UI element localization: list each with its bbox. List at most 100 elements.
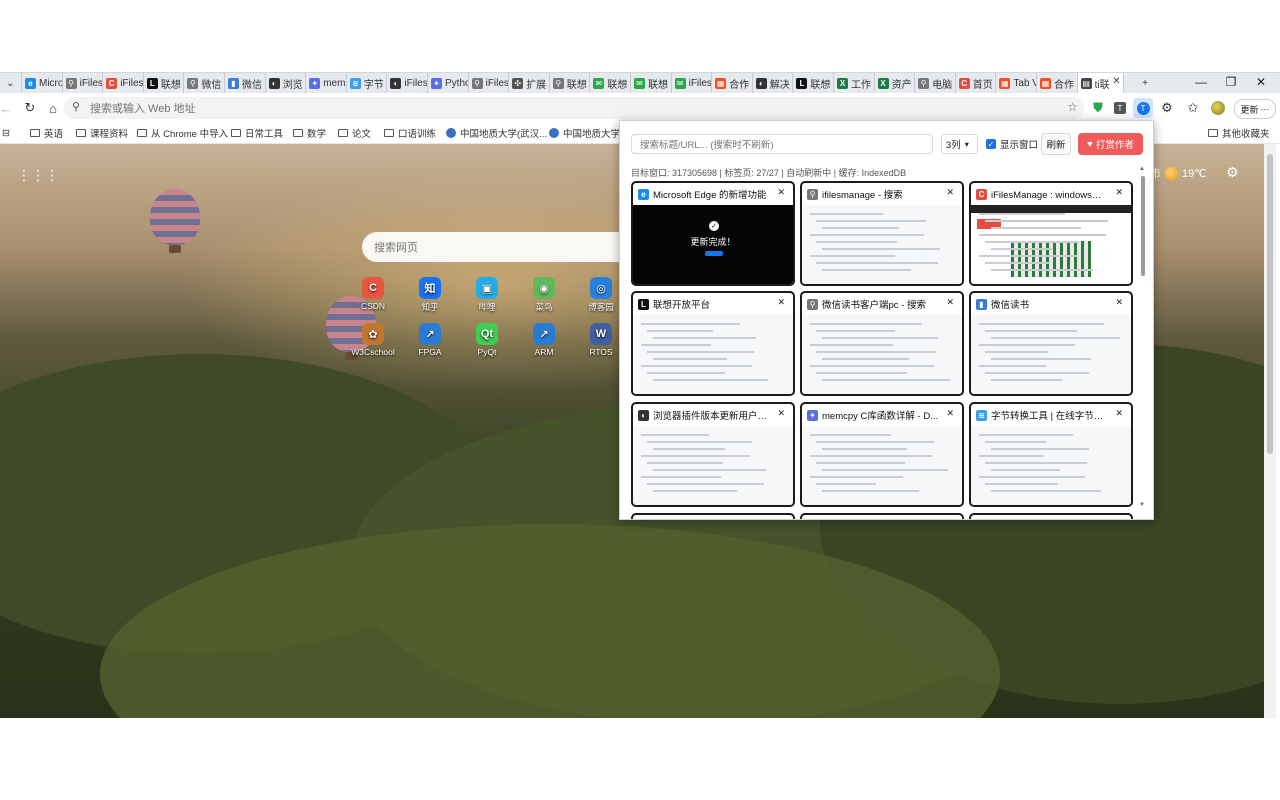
browser-tab[interactable]: X 资产 [875, 73, 916, 93]
bookmark-folder[interactable]: 课程资料 [76, 126, 128, 140]
browser-tab[interactable]: ✉ 联想 [590, 73, 631, 93]
shield-extension-icon[interactable]: ⛊ [1088, 98, 1108, 118]
close-tab-icon[interactable]: ✕ [1115, 408, 1123, 419]
show-window-toggle[interactable]: ✓ 显示窗口 [986, 137, 1038, 151]
columns-select[interactable]: 3列 ▾ [941, 134, 978, 154]
popup-search-box[interactable] [631, 134, 933, 154]
browser-tab[interactable]: ⚲ 联想 [550, 73, 591, 93]
apps-grid-icon[interactable]: ⋮⋮⋮ [17, 167, 59, 183]
close-tab-icon[interactable]: ✕ [777, 297, 785, 308]
browser-tab[interactable]: ✉ 联想 [631, 73, 672, 93]
close-window-button[interactable]: ✕ [1246, 72, 1276, 92]
update-button[interactable]: 更新 ··· [1234, 99, 1276, 119]
tab-viewer-extension-icon[interactable]: T [1133, 98, 1153, 118]
bookmark-folder[interactable]: 论文 [338, 126, 371, 140]
scroll-thumb[interactable] [1267, 154, 1273, 454]
close-tab-icon[interactable]: ✕ [777, 187, 785, 198]
browser-tab[interactable]: e Micro [22, 73, 63, 93]
shortcut-tile[interactable]: ✿ W3Cschool [348, 323, 398, 357]
popup-scroll-thumb[interactable] [1141, 176, 1145, 276]
scroll-down-icon[interactable]: ▼ [1139, 502, 1145, 508]
close-tab-icon[interactable]: ✕ [1115, 187, 1123, 198]
browser-tab[interactable]: ⚲ 微信 [184, 73, 225, 93]
browser-tab[interactable]: ◐ 解决 [753, 73, 794, 93]
tab-actions-chevron-icon[interactable]: ⌄ [0, 73, 22, 93]
browser-tab[interactable]: ◐ 浏览 [266, 73, 307, 93]
browser-tab[interactable]: ◐ iFiles [387, 73, 428, 93]
ntp-search-input[interactable] [372, 238, 616, 258]
browser-tab[interactable]: ≋ 字节 [347, 73, 388, 93]
favorites-icon[interactable]: ✩ [1183, 98, 1203, 118]
browser-tab[interactable]: ✦ mem [306, 73, 347, 93]
tab-card[interactable]: e Microsoft Edge 的新增功能 ✕ ✓ 更新完成！ [631, 181, 795, 286]
favorite-star-icon[interactable]: ☆ [1067, 100, 1078, 114]
address-bar[interactable]: ⚲ ☆ [64, 97, 1084, 119]
tab-card[interactable]: ◐ 浏览器插件版本更新用户是否... ✕ [631, 402, 795, 507]
minimize-button[interactable]: — [1186, 72, 1216, 92]
new-tab-button[interactable]: + [1133, 73, 1157, 93]
browser-tab[interactable]: C 首页 [956, 73, 997, 93]
tab-card[interactable]: ▮ 微信读书 ✕ [969, 291, 1133, 396]
browser-tab[interactable]: X 工作 [834, 73, 875, 93]
browser-tab[interactable]: ✦ Pytho [428, 73, 469, 93]
shortcut-tile[interactable]: 知知乎 [405, 277, 455, 313]
page-scrollbar[interactable] [1264, 144, 1276, 718]
tab-card[interactable]: ⚲ 微信读书客户端pc - 搜索 ✕ [800, 291, 964, 396]
shortcut-tile[interactable]: Qt PyQt [462, 323, 512, 357]
close-tab-icon[interactable]: ✕ [946, 408, 954, 419]
shortcut-tile[interactable]: C CSDN [348, 277, 398, 311]
popup-search-input[interactable] [638, 137, 927, 153]
bookmarks-toggle-icon[interactable]: ⊟ [2, 126, 10, 140]
home-button[interactable]: ⌂ [43, 98, 63, 118]
bookmark-link[interactable]: 中国地质大学(武汉... [446, 126, 547, 140]
shortcut-tile[interactable]: ▣ 哔哩 [462, 277, 512, 313]
shortcut-tile[interactable]: ↗ ARM [519, 323, 569, 357]
browser-tab[interactable]: ▤ ti联 ✕ [1077, 73, 1124, 93]
browser-tab[interactable]: CiFiles [103, 73, 144, 93]
donate-button[interactable]: ♥ 打赏作者 [1078, 133, 1143, 155]
shortcut-tile[interactable]: ◉ 菜鸟 [519, 277, 569, 313]
tab-card[interactable]: ✦ memcpy C库函数详解 - D... ✕ [800, 402, 964, 507]
tab-card[interactable]: ⚲ ifilesmanage - 搜索 ✕ [800, 181, 964, 286]
extensions-puzzle-icon[interactable]: ⚙ [1157, 98, 1177, 118]
ntp-search-box[interactable] [362, 232, 622, 262]
browser-tab[interactable]: ▮ 微信 [225, 73, 266, 93]
browser-tab[interactable]: ▦ 合作 [712, 73, 753, 93]
weather-widget[interactable]: 市 19℃ [1150, 163, 1207, 183]
browser-tab[interactable]: ▦ Tab V [996, 73, 1037, 93]
close-tab-icon[interactable]: ✕ [1112, 76, 1120, 87]
other-favorites-folder[interactable]: 其他收藏夹 [1208, 126, 1270, 140]
tab-card[interactable]: L 联想开放平台 ✕ [631, 291, 795, 396]
bookmark-folder[interactable]: 数学 [293, 126, 326, 140]
browser-tab[interactable]: L 联想 [793, 73, 834, 93]
refresh-button[interactable]: 刷新 [1041, 133, 1071, 155]
popup-scrollbar[interactable]: ▲ ▼ [1139, 166, 1147, 511]
close-tab-icon[interactable]: ✕ [946, 187, 954, 198]
browser-tab[interactable]: L 联想 [144, 73, 185, 93]
profile-avatar[interactable] [1208, 98, 1228, 118]
browser-tab[interactable]: ✣ 扩展 [509, 73, 550, 93]
tab-card-partial[interactable] [969, 513, 1133, 519]
browser-tab[interactable]: ✉ iFiles [672, 73, 713, 93]
bookmark-folder[interactable]: 英语 [30, 126, 63, 140]
tab-card-partial[interactable] [800, 513, 964, 519]
bookmark-folder[interactable]: 日常工具 [231, 126, 283, 140]
tab-card[interactable]: CiFilesManage : windows系... ✕ [969, 181, 1133, 286]
bookmark-link[interactable]: 中国地质大学 [549, 126, 620, 140]
scroll-up-icon[interactable]: ▲ [1139, 166, 1145, 172]
reload-button[interactable]: ↻ [20, 98, 40, 118]
close-tab-icon[interactable]: ✕ [1115, 297, 1123, 308]
translate-extension-icon[interactable]: T [1110, 98, 1130, 118]
browser-tab[interactable]: ⚲ iFiles [63, 73, 104, 93]
restore-button[interactable]: ❐ [1216, 72, 1246, 92]
tab-card-partial[interactable] [631, 513, 795, 519]
settings-gear-icon[interactable]: ⚙ [1226, 164, 1239, 181]
bookmark-folder[interactable]: 从 Chrome 中导入 [137, 126, 228, 140]
back-button[interactable]: ← [0, 98, 16, 118]
browser-tab[interactable]: ⚲ iFiles [469, 73, 510, 93]
tab-card[interactable]: ≋ 字节转换工具 | 在线字节大小... ✕ [969, 402, 1133, 507]
address-input[interactable] [88, 99, 992, 119]
bookmark-folder[interactable]: 口语训练 [384, 126, 436, 140]
browser-tab[interactable]: ⚲ 电脑 [915, 73, 956, 93]
browser-tab[interactable]: ▦ 合作 [1037, 73, 1078, 93]
